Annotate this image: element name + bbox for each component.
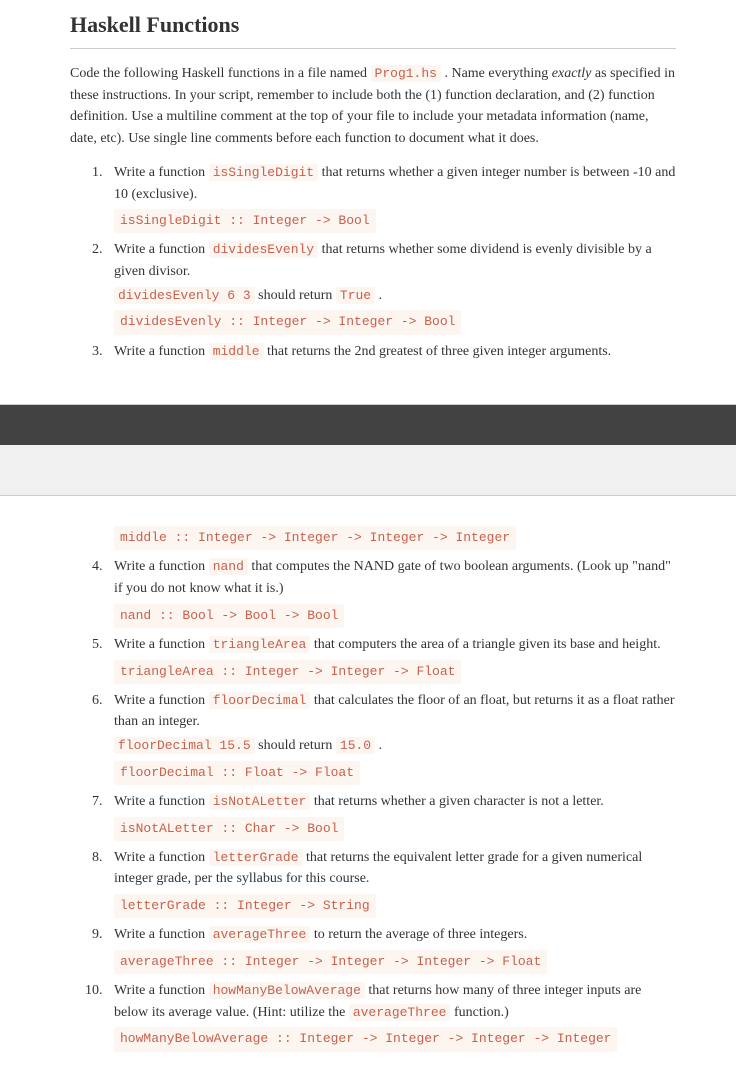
- hint-function-code: averageThree: [349, 1004, 451, 1021]
- type-signature: floorDecimal :: Float -> Float: [114, 761, 360, 785]
- example-call-code: dividesEvenly 6 3: [114, 287, 255, 304]
- function-name-code: nand: [209, 558, 248, 575]
- item-text: Write a function isSingleDigit that retu…: [114, 162, 676, 205]
- type-signature: middle :: Integer -> Integer -> Integer …: [114, 526, 516, 550]
- item-text: Write a function howManyBelowAverage tha…: [114, 980, 676, 1023]
- item-pre: Write a function: [114, 559, 209, 574]
- item-post2: function.): [450, 1005, 508, 1020]
- function-name-code: howManyBelowAverage: [209, 982, 365, 999]
- list-item: Write a function howManyBelowAverage tha…: [106, 980, 676, 1052]
- function-name-code: triangleArea: [209, 636, 311, 653]
- item-pre: Write a function: [114, 165, 209, 180]
- item-pre: Write a function: [114, 242, 209, 257]
- type-signature: averageThree :: Integer -> Integer -> In…: [114, 950, 547, 974]
- item-pre: Write a function: [114, 983, 209, 998]
- type-signature: dividesEvenly :: Integer -> Integer -> B…: [114, 310, 461, 334]
- list-item: Write a function averageThree to return …: [106, 924, 676, 974]
- item-pre: Write a function: [114, 637, 209, 652]
- list-item: Write a function isNotALetter that retur…: [106, 791, 676, 841]
- function-name-code: dividesEvenly: [209, 241, 318, 258]
- intro-text: Code the following Haskell functions in …: [70, 66, 371, 81]
- item-pre: Write a function: [114, 344, 209, 359]
- list-item: Write a function triangleArea that compu…: [106, 634, 676, 684]
- list-item: Write a function dividesEvenly that retu…: [106, 239, 676, 334]
- item-post: to return the average of three integers.: [310, 927, 527, 942]
- filename-code: Prog1.hs: [371, 65, 441, 82]
- example-end: .: [375, 288, 382, 303]
- list-item: Write a function floorDecimal that calcu…: [106, 690, 676, 785]
- item-text: Write a function letterGrade that return…: [114, 847, 676, 890]
- type-signature: letterGrade :: Integer -> String: [114, 894, 376, 918]
- example-mid: should return: [255, 738, 336, 753]
- example-result-code: True: [336, 287, 375, 304]
- function-name-code: floorDecimal: [209, 692, 311, 709]
- item-text: Write a function isNotALetter that retur…: [114, 791, 676, 813]
- example-mid: should return: [255, 288, 336, 303]
- list-item: Write a function middle that returns the…: [106, 341, 676, 363]
- item-text: Write a function dividesEvenly that retu…: [114, 239, 676, 282]
- function-list-sig-continuation: middle :: Integer -> Integer -> Integer …: [70, 526, 676, 550]
- item-text: Write a function nand that computes the …: [114, 556, 676, 599]
- example-line: floorDecimal 15.5 should return 15.0 .: [114, 735, 676, 757]
- item-pre: Write a function: [114, 850, 209, 865]
- item-post: that computers the area of a triangle gi…: [310, 637, 660, 652]
- exactly-emphasis: exactly: [552, 66, 592, 81]
- item-pre: Write a function: [114, 693, 209, 708]
- list-item-sig-only: middle :: Integer -> Integer -> Integer …: [106, 526, 676, 550]
- type-signature: howManyBelowAverage :: Integer -> Intege…: [114, 1027, 617, 1051]
- function-name-code: isSingleDigit: [209, 164, 318, 181]
- item-text: Write a function floorDecimal that calcu…: [114, 690, 676, 733]
- list-item: Write a function letterGrade that return…: [106, 847, 676, 919]
- type-signature: isSingleDigit :: Integer -> Bool: [114, 209, 376, 233]
- function-name-code: isNotALetter: [209, 793, 311, 810]
- type-signature: nand :: Bool -> Bool -> Bool: [114, 604, 344, 628]
- example-call-code: floorDecimal 15.5: [114, 737, 255, 754]
- section-heading: Haskell Functions: [70, 8, 676, 49]
- item-post: that returns the 2nd greatest of three g…: [264, 344, 612, 359]
- function-list-upper: Write a function isSingleDigit that retu…: [70, 162, 676, 362]
- example-line: dividesEvenly 6 3 should return True .: [114, 285, 676, 307]
- function-name-code: averageThree: [209, 926, 311, 943]
- item-text: Write a function triangleArea that compu…: [114, 634, 676, 656]
- page-break-gap: [0, 404, 736, 496]
- example-end: .: [375, 738, 382, 753]
- type-signature: triangleArea :: Integer -> Integer -> Fl…: [114, 660, 461, 684]
- page-lower: middle :: Integer -> Integer -> Integer …: [0, 526, 736, 1077]
- item-post: that returns whether a given character i…: [310, 794, 604, 809]
- type-signature: isNotALetter :: Char -> Bool: [114, 817, 344, 841]
- example-result-code: 15.0: [336, 737, 375, 754]
- item-pre: Write a function: [114, 927, 209, 942]
- list-item: Write a function isSingleDigit that retu…: [106, 162, 676, 234]
- intro-text: . Name everything: [441, 66, 552, 81]
- function-list-lower: Write a function nand that computes the …: [70, 556, 676, 1051]
- page-upper: Haskell Functions Code the following Has…: [0, 8, 736, 386]
- item-text: Write a function middle that returns the…: [114, 341, 676, 363]
- item-text: Write a function averageThree to return …: [114, 924, 676, 946]
- intro-paragraph: Code the following Haskell functions in …: [70, 63, 676, 150]
- function-name-code: letterGrade: [209, 849, 303, 866]
- list-item: Write a function nand that computes the …: [106, 556, 676, 628]
- item-pre: Write a function: [114, 794, 209, 809]
- function-name-code: middle: [209, 343, 264, 360]
